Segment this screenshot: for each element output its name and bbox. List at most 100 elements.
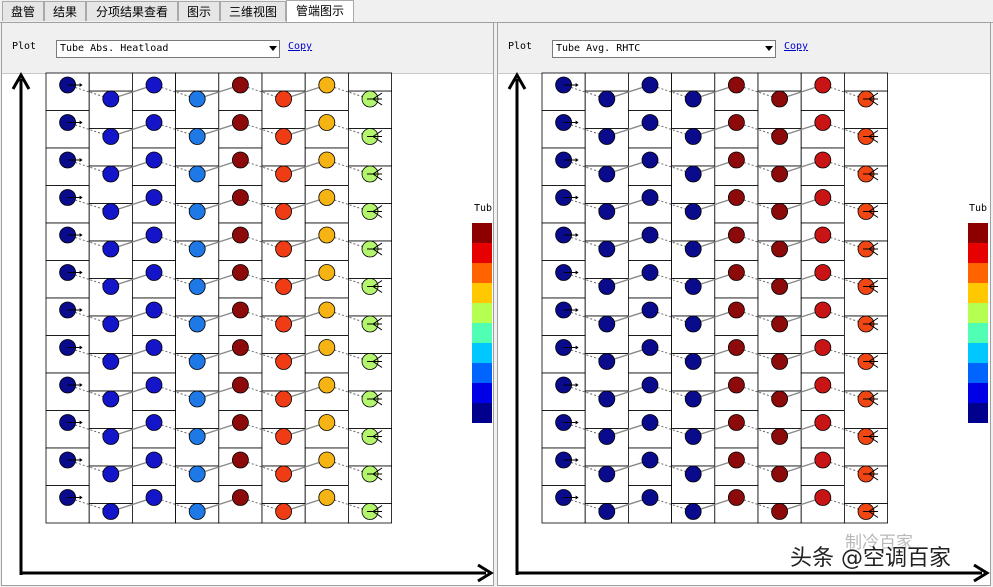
tube-marker [727, 376, 745, 394]
tube-marker [231, 114, 249, 131]
legend-swatch [472, 403, 492, 423]
legend-swatch [968, 323, 988, 343]
tube-marker [771, 428, 789, 445]
tube-marker [641, 114, 659, 131]
tube-marker [188, 165, 206, 183]
tab-3d-view[interactable]: 三维视图 [220, 1, 286, 21]
tube-marker [727, 301, 745, 319]
tube-marker [188, 90, 206, 108]
tube-marker [727, 114, 745, 131]
tube-marker [188, 428, 206, 445]
tube-marker [814, 114, 832, 131]
tube-marker [598, 165, 616, 183]
tube-marker [727, 339, 745, 356]
plot-panel-right: Plot Tube Avg. RHTC Copy Tub [497, 22, 991, 586]
tube-marker [641, 189, 659, 206]
legend-swatch [968, 383, 988, 403]
tube-marker [318, 114, 336, 131]
tube-marker [318, 301, 336, 319]
tube-marker [102, 503, 120, 520]
grid-cell [757, 72, 802, 92]
tube-marker [231, 76, 249, 94]
tube-marker [771, 465, 789, 483]
tube-marker [814, 451, 832, 469]
tube-marker [771, 278, 789, 295]
tube-marker [231, 264, 249, 281]
tube-marker [684, 203, 702, 220]
tube-marker [275, 465, 293, 483]
tube-marker [598, 353, 616, 370]
tube-marker [641, 414, 659, 431]
grid-cell [584, 72, 629, 92]
tube-marker [318, 489, 336, 506]
tube-marker [275, 315, 293, 333]
tube-marker [231, 301, 249, 319]
tube-marker [102, 203, 120, 220]
tab-results[interactable]: 结果 [44, 1, 86, 21]
tube-marker [814, 226, 832, 244]
tube-marker [318, 376, 336, 394]
legend-swatch [968, 243, 988, 263]
grid-cell [843, 72, 888, 92]
tube-marker [318, 414, 336, 431]
tube-marker [684, 390, 702, 408]
legend-swatch [968, 403, 988, 423]
grid-cell [175, 72, 220, 92]
tube-marker [188, 390, 206, 408]
tube-marker [727, 189, 745, 206]
tube-marker [641, 489, 659, 506]
tube-marker [598, 465, 616, 483]
tube-marker [814, 301, 832, 319]
tube-marker [145, 226, 163, 244]
legend-swatch [968, 343, 988, 363]
tube-marker [275, 240, 293, 258]
legend-swatch [472, 263, 492, 283]
tube-marker [771, 390, 789, 408]
tube-marker [102, 278, 120, 295]
legend-swatch [968, 363, 988, 383]
tube-marker [318, 151, 336, 169]
tube-marker [814, 264, 832, 281]
tab-tube-end-diagram[interactable]: 管端图示 [286, 0, 354, 23]
tube-marker [641, 264, 659, 281]
tube-marker [102, 90, 120, 108]
tube-marker [727, 151, 745, 169]
tube-marker [231, 189, 249, 206]
tube-marker [231, 489, 249, 506]
tube-marker [727, 76, 745, 94]
tube-marker [684, 503, 702, 520]
legend-swatch [472, 363, 492, 383]
grid-cell [261, 72, 306, 92]
tube-marker [598, 428, 616, 445]
tube-marker [814, 376, 832, 394]
tube-marker [188, 203, 206, 220]
tab-coil[interactable]: 盘管 [2, 1, 44, 21]
tube-marker [275, 353, 293, 370]
tube-marker [145, 264, 163, 281]
tube-marker [771, 165, 789, 183]
tube-marker [814, 489, 832, 506]
tube-marker [275, 165, 293, 183]
tube-marker [145, 301, 163, 319]
tube-marker [102, 428, 120, 445]
legend-swatch [472, 283, 492, 303]
tube-marker [275, 278, 293, 295]
tube-marker [684, 240, 702, 258]
tube-marker [727, 414, 745, 431]
tab-diagram[interactable]: 图示 [178, 1, 220, 21]
tube-marker [275, 503, 293, 520]
tube-marker [145, 376, 163, 394]
tube-marker [231, 414, 249, 431]
tube-marker [641, 339, 659, 356]
tube-marker [188, 315, 206, 333]
tube-marker [814, 76, 832, 94]
tube-marker [598, 203, 616, 220]
tube-marker [598, 503, 616, 520]
legend-swatch [472, 303, 492, 323]
grid-cell [671, 72, 716, 92]
tube-marker [275, 390, 293, 408]
tube-grid-plot [11, 71, 494, 583]
tab-itemized-results[interactable]: 分项结果查看 [86, 1, 178, 21]
tube-marker [598, 128, 616, 145]
tube-marker [814, 339, 832, 356]
